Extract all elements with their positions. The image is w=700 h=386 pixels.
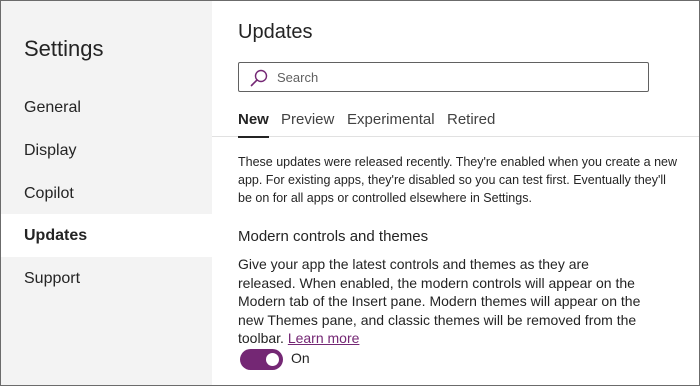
sidebar-item-display[interactable]: Display [1, 129, 212, 172]
learn-more-link[interactable]: Learn more [288, 330, 360, 346]
tab-new[interactable]: New [238, 107, 269, 138]
toggle-knob [266, 353, 279, 366]
search-box[interactable] [238, 62, 649, 92]
intro-text: These updates were released recently. Th… [238, 155, 677, 205]
sidebar-title: Settings [24, 36, 104, 61]
sidebar-item-support[interactable]: Support [1, 257, 212, 300]
sidebar-item-copilot[interactable]: Copilot [1, 172, 212, 215]
main-panel: Updates New Preview Experimental Retired… [212, 1, 699, 385]
sidebar-item-updates[interactable]: Updates [1, 214, 212, 257]
feature-title: Modern controls and themes [238, 228, 429, 245]
tab-retired[interactable]: Retired [447, 107, 495, 137]
toggle-label: On [291, 350, 310, 366]
settings-window: Settings General Display Copilot Updates… [0, 0, 700, 386]
page-title: Updates [238, 21, 313, 43]
feature-description: Give your app the latest controls and th… [238, 255, 648, 348]
search-input[interactable] [277, 63, 637, 91]
sidebar-item-general[interactable]: General [1, 86, 212, 129]
tab-bar: New Preview Experimental Retired [212, 107, 699, 138]
search-icon [250, 69, 268, 87]
tab-preview[interactable]: Preview [281, 107, 334, 137]
tab-experimental[interactable]: Experimental [347, 107, 435, 137]
sidebar: Settings General Display Copilot Updates… [1, 1, 212, 385]
modern-controls-toggle[interactable] [240, 349, 283, 370]
